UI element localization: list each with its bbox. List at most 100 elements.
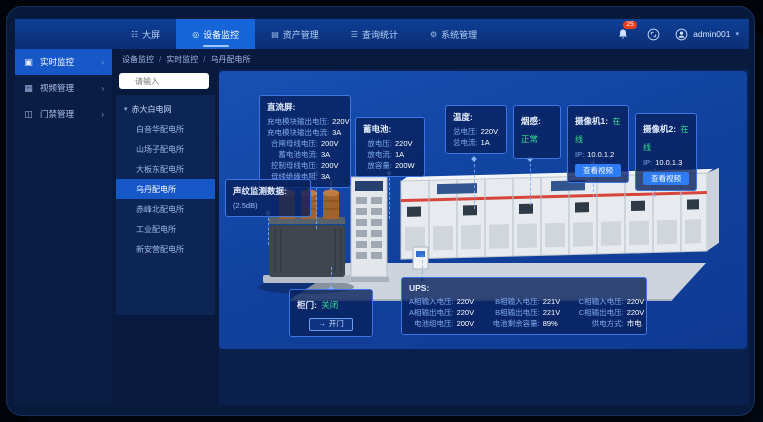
sidebar-item-label: 门禁管理 <box>40 108 74 120</box>
field-label: B相输入电压: <box>493 296 540 307</box>
open-door-button[interactable]: → 开门 <box>309 318 353 331</box>
nav-tab-query-stats[interactable]: ☰ 查询统计 <box>335 19 414 49</box>
nav-right-group: 25 admin001 ▾ <box>615 19 739 49</box>
battery-card: 蓄电池: 放电压:220V 放电流:1A 放容量:200W <box>355 117 425 177</box>
field-value: 200V <box>321 160 343 171</box>
sidebar-item-label: 实时监控 <box>40 56 74 68</box>
chevron-right-icon: › <box>101 110 104 119</box>
connector-line <box>474 159 475 209</box>
asset-icon: ▤ <box>271 30 279 39</box>
field-value: 3A <box>321 171 343 182</box>
card-title: UPS: <box>409 283 639 293</box>
chevron-right-icon: › <box>101 84 104 93</box>
ups-phase-b-column: B相输入电压:221V B相输出电压:221V 电池剩余容量:89% <box>493 296 565 329</box>
card-title: 声纹监测数据: <box>233 185 303 197</box>
nav-tab-system-mgmt[interactable]: ⚙ 系统管理 <box>414 19 493 49</box>
field-label: 合闸母线电压: <box>267 138 318 149</box>
field-value: 220V <box>481 126 503 137</box>
open-door-label: 开门 <box>329 318 344 330</box>
sidebar-item-access-control[interactable]: ◫ 门禁管理 › <box>15 101 112 127</box>
breadcrumb-item[interactable]: 设备监控 <box>122 54 154 65</box>
field-value: 1A <box>481 137 503 148</box>
breadcrumb: 设备监控 / 实时监控 / 乌丹配电所 <box>112 49 749 69</box>
tree-node-station[interactable]: 大板东配电所 <box>116 159 215 179</box>
nav-tab-label: 系统管理 <box>441 28 477 41</box>
door-status: 关闭 <box>321 300 338 310</box>
field-label: 放电流: <box>363 149 392 160</box>
breadcrumb-item[interactable]: 实时监控 <box>166 54 198 65</box>
sidebar-item-video-mgmt[interactable]: ▦ 视频管理 › <box>15 75 112 101</box>
camera2-card: 摄像机2: 在线 IP:10.0.1.3 查看视频 <box>635 113 697 191</box>
camera1-ip: 10.0.1.2 <box>587 149 614 160</box>
fullscreen-icon <box>647 28 660 41</box>
battery-cabinet <box>349 177 389 282</box>
card-title: 烟感: <box>521 116 541 126</box>
field-label: C相输入电压: <box>579 296 624 307</box>
view-video-button[interactable]: 查看视频 <box>643 172 689 185</box>
wall-box <box>413 247 428 269</box>
power-mode-value: 市电 <box>627 318 649 329</box>
username: admin001 <box>693 29 730 39</box>
card-title: 直流屏: <box>267 101 343 113</box>
breadcrumb-separator: / <box>203 55 205 64</box>
acoustic-value: (2.5dB) <box>233 200 258 211</box>
top-navbar: ☷ 大屏 ◎ 设备监控 ▤ 资产管理 ☰ 查询统计 ⚙ 系统管理 <box>15 19 749 49</box>
field-value: 220V <box>457 296 479 307</box>
nav-tab-device-monitor[interactable]: ◎ 设备监控 <box>176 19 255 49</box>
nav-tab-dashboard[interactable]: ☷ 大屏 <box>115 19 176 49</box>
ip-label: IP: <box>575 149 584 160</box>
sidebar-item-realtime-monitor[interactable]: ▣ 实时监控 › <box>15 49 112 75</box>
gear-icon: ⚙ <box>430 30 437 39</box>
tree-node-station[interactable]: 白音华配电所 <box>116 119 215 139</box>
ups-phase-c-column: C相输入电压:220V C相输出电压:220V 供电方式:市电 <box>579 296 649 329</box>
ups-card: UPS: A相输入电压:220V A相输出电压:220V 电池组电压:200V … <box>401 277 647 335</box>
field-label: 电池组电压: <box>409 318 454 329</box>
field-label: 供电方式: <box>579 318 624 329</box>
avatar-icon <box>675 28 688 41</box>
tree-node-station[interactable]: 新安营配电所 <box>116 239 215 259</box>
monitor-icon: ◎ <box>192 30 199 39</box>
view-video-button[interactable]: 查看视频 <box>575 164 621 177</box>
field-value: 200W <box>395 160 417 171</box>
card-title: 摄像机2: <box>643 124 676 134</box>
station-search-input[interactable] <box>119 73 209 89</box>
tree-node-station[interactable]: 山场子配电所 <box>116 139 215 159</box>
field-label: 放电压: <box>363 138 392 149</box>
station-tree: ▾ 赤大白电网 白音华配电所 山场子配电所 大板东配电所 乌丹配电所 赤峰北配电… <box>116 95 215 315</box>
field-label: 蓄电池电流: <box>267 149 318 160</box>
camera1-card: 摄像机1: 在线 IP:10.0.1.2 查看视频 <box>567 105 629 183</box>
field-value: 89% <box>543 318 565 329</box>
connector-line <box>530 159 531 205</box>
tree-node-station[interactable]: 工业配电所 <box>116 219 215 239</box>
fullscreen-button[interactable] <box>645 26 661 42</box>
field-value: 220V <box>627 307 649 318</box>
door-label: 柜门: <box>297 300 317 310</box>
field-value: 200V <box>457 318 479 329</box>
user-menu[interactable]: admin001 ▾ <box>675 28 739 41</box>
ups-phase-a-column: A相输入电压:220V A相输出电压:220V 电池组电压:200V <box>409 296 479 329</box>
field-label: 电池剩余容量: <box>493 318 540 329</box>
notification-bell-button[interactable]: 25 <box>615 26 631 42</box>
app-root: ☷ 大屏 ◎ 设备监控 ▤ 资产管理 ☰ 查询统计 ⚙ 系统管理 <box>15 19 749 405</box>
field-value: 220V <box>395 138 417 149</box>
tree-node-station[interactable]: 赤峰北配电所 <box>116 199 215 219</box>
field-value: 3A <box>321 149 343 160</box>
field-value: 220V <box>627 296 649 307</box>
field-label: 总电压: <box>453 126 478 137</box>
nav-tab-asset-mgmt[interactable]: ▤ 资产管理 <box>255 19 335 49</box>
tree-node-station-selected[interactable]: 乌丹配电所 <box>116 179 215 199</box>
temperature-card: 温度: 总电压:220V 总电流:1A <box>445 105 507 154</box>
field-value: 3A <box>332 127 354 138</box>
breadcrumb-separator: / <box>159 55 161 64</box>
notification-badge: 25 <box>623 21 637 29</box>
tree-node-root[interactable]: ▾ 赤大白电网 <box>116 99 215 119</box>
app-window: ☷ 大屏 ◎ 设备监控 ▤ 资产管理 ☰ 查询统计 ⚙ 系统管理 <box>6 6 755 416</box>
field-label: 充电模块输出电压: <box>267 116 329 127</box>
field-label: A相输入电压: <box>409 296 454 307</box>
field-label: B相输出电压: <box>493 307 540 318</box>
camera2-ip: 10.0.1.3 <box>655 157 682 168</box>
nav-tab-label: 查询统计 <box>362 28 398 41</box>
primary-sidebar: ▣ 实时监控 › ▦ 视频管理 › ◫ 门禁管理 › <box>15 49 112 405</box>
tree-caret-icon: ▾ <box>124 105 128 113</box>
field-value: 220V <box>332 116 354 127</box>
